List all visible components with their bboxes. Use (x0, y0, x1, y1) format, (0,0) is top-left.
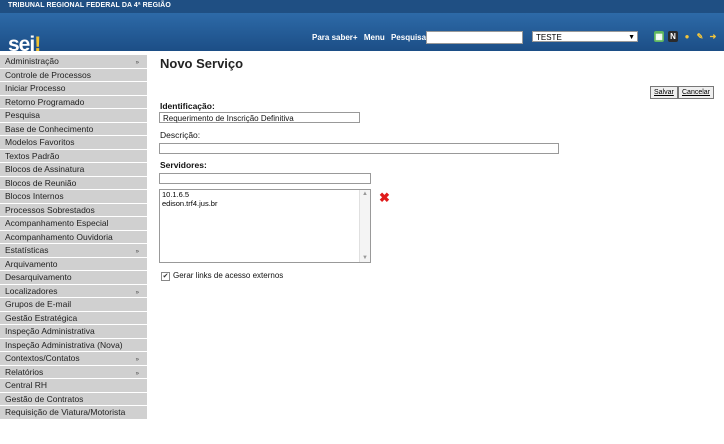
sidebar-item[interactable]: Base de Conhecimento (0, 122, 147, 136)
sidebar-item[interactable]: Pesquisa (0, 109, 147, 123)
sidebar-menu: Administração » Controle de Processos Inici… (0, 55, 147, 420)
sidebar-item-label: Grupos de E-mail (5, 299, 72, 309)
sidebar-item-label: Blocos Internos (5, 191, 64, 201)
sidebar-item[interactable]: Modelos Favoritos (0, 136, 147, 150)
servidores-list[interactable]: 10.1.6.5 edison.trf4.jus.br ▲ ▼ (159, 189, 371, 263)
sidebar-item[interactable]: Requisição de Viatura/Motorista (0, 406, 147, 420)
link-para-saber[interactable]: Para saber+ (312, 33, 358, 42)
sidebar-item-label: Central RH (5, 380, 48, 390)
list-item[interactable]: 10.1.6.5 (160, 190, 370, 199)
descricao-label: Descrição: (160, 130, 201, 140)
sidebar-item[interactable]: Relatórios » (0, 365, 147, 379)
sidebar-item[interactable]: Localizadores » (0, 284, 147, 298)
submenu-arrow-icon: » (135, 249, 139, 255)
sidebar-item-label: Arquivamento (5, 258, 58, 269)
sidebar-item-label: Retorno Programado (5, 96, 85, 107)
sidebar-item-label: Pesquisa (5, 110, 40, 120)
sidebar-item-label: Iniciar Processo (5, 83, 66, 93)
submenu-arrow-icon: » (135, 370, 139, 377)
chevron-down-icon: ▼ (628, 34, 635, 41)
sidebar-item-label: Acompanhamento Ouvidoria (5, 231, 113, 242)
save-button[interactable]: Salvar (650, 86, 678, 99)
sidebar-item[interactable]: Iniciar Processo (0, 82, 147, 96)
sidebar-item-label: Modelos Favoritos (5, 137, 75, 147)
sidebar-item[interactable]: Estatísticas » (0, 244, 147, 258)
sidebar-item-label: Administração (5, 56, 59, 66)
sidebar-item[interactable]: Acompanhamento Especial (0, 217, 147, 231)
top-strip: TRIBUNAL REGIONAL FEDERAL DA 4ª REGIÃO (0, 0, 724, 13)
submenu-arrow-icon: » (135, 357, 139, 363)
sidebar-item[interactable]: Central RH (0, 379, 147, 393)
page-title: Novo Serviço (160, 56, 244, 71)
sidebar-item[interactable]: Inspeção Administrativa (0, 325, 147, 339)
sidebar-item[interactable]: Inspeção Administrativa (Nova) (0, 338, 147, 352)
sidebar-item-label: Blocos de Reunião (5, 177, 77, 188)
submenu-arrow-icon: » (135, 289, 139, 296)
sidebar-item-label: Controle de Processos (5, 69, 91, 80)
sidebar-item-label: Textos Padrão (5, 150, 60, 161)
sidebar-item[interactable]: Controle de Processos (0, 68, 147, 82)
gerar-links-checkbox[interactable]: ✔ (161, 272, 170, 281)
remove-icon[interactable]: ✖ (379, 191, 390, 204)
gerar-links-label: Gerar links de acesso externos (173, 271, 284, 280)
sidebar-item-label: Processos Sobrestados (5, 204, 95, 215)
link-pesquisa[interactable]: Pesquisa (391, 33, 426, 42)
header-links: Para saber+ Menu Pesquisa (312, 33, 430, 42)
sidebar-item[interactable]: Grupos de E-mail (0, 298, 147, 312)
sidebar-item-label: Estatísticas (5, 245, 49, 255)
unit-select[interactable]: TESTE ▼ (532, 31, 638, 42)
cancel-button[interactable]: Cancelar (678, 86, 715, 99)
logo-text: sei (8, 33, 35, 56)
sidebar-item-label: Desarquivamento (5, 272, 72, 282)
scrollbar[interactable]: ▲ ▼ (359, 190, 370, 262)
sidebar-item-label: Base de Conhecimento (5, 123, 94, 134)
sidebar-item[interactable]: Blocos Internos (0, 190, 147, 204)
servidores-label: Servidores: (160, 160, 207, 170)
sidebar-item-label: Gestão de Contratos (5, 393, 84, 404)
scroll-down-icon[interactable]: ▼ (362, 255, 368, 261)
exit-icon[interactable]: ➜ (708, 31, 718, 42)
sidebar-item-label: Relatórios (5, 366, 44, 377)
sidebar-item[interactable]: Desarquivamento (0, 271, 147, 285)
sidebar-item-label: Contextos/Contatos (5, 353, 80, 363)
user-icon[interactable]: ● (682, 31, 692, 42)
sidebar-item[interactable]: Contextos/Contatos » (0, 352, 147, 366)
sidebar-item-label: Blocos de Assinatura (5, 164, 85, 174)
submenu-arrow-icon: » (135, 60, 139, 66)
cancel-button-label: Cancelar (682, 89, 711, 96)
descricao-field[interactable] (159, 143, 559, 154)
unit-select-value: TESTE (536, 33, 562, 42)
sidebar-item[interactable]: Acompanhamento Ouvidoria (0, 230, 147, 244)
sidebar-item-label: Localizadores (5, 285, 58, 296)
sidebar-item[interactable]: Gestão de Contratos (0, 392, 147, 406)
notes-icon[interactable]: N (668, 31, 678, 42)
sidebar-item-label: Inspeção Administrativa (5, 326, 95, 336)
sidebar-item[interactable]: Arquivamento (0, 257, 147, 271)
sidebar-item-label: Gestão Estratégica (5, 312, 78, 323)
grid-icon[interactable]: ▦ (654, 31, 664, 42)
wrench-icon[interactable]: ✎ (695, 31, 705, 42)
sidebar-item-label: Requisição de Viatura/Motorista (5, 407, 126, 417)
logo-mark: ! (34, 33, 41, 56)
save-button-label: Salvar (654, 89, 674, 96)
sidebar-item[interactable]: Textos Padrão (0, 149, 147, 163)
list-item[interactable]: edison.trf4.jus.br (160, 199, 370, 208)
scroll-up-icon[interactable]: ▲ (362, 191, 368, 197)
sidebar-item-label: Acompanhamento Especial (5, 218, 109, 228)
sidebar-item[interactable]: Administração » (0, 55, 147, 69)
search-input[interactable] (426, 31, 523, 44)
sidebar-item[interactable]: Blocos de Reunião (0, 176, 147, 190)
sidebar-item-label: Inspeção Administrativa (Nova) (5, 339, 123, 350)
sidebar-item[interactable]: Retorno Programado (0, 95, 147, 109)
sidebar-item[interactable]: Processos Sobrestados (0, 203, 147, 217)
identificacao-label: Identificação: (160, 101, 215, 111)
servidores-input[interactable] (159, 173, 371, 184)
org-name: TRIBUNAL REGIONAL FEDERAL DA 4ª REGIÃO (8, 2, 171, 9)
sidebar-item[interactable]: Gestão Estratégica (0, 311, 147, 325)
sidebar-item[interactable]: Blocos de Assinatura (0, 163, 147, 177)
link-menu[interactable]: Menu (364, 33, 385, 42)
identificacao-field[interactable]: Requerimento de Inscrição Definitiva (159, 112, 360, 123)
